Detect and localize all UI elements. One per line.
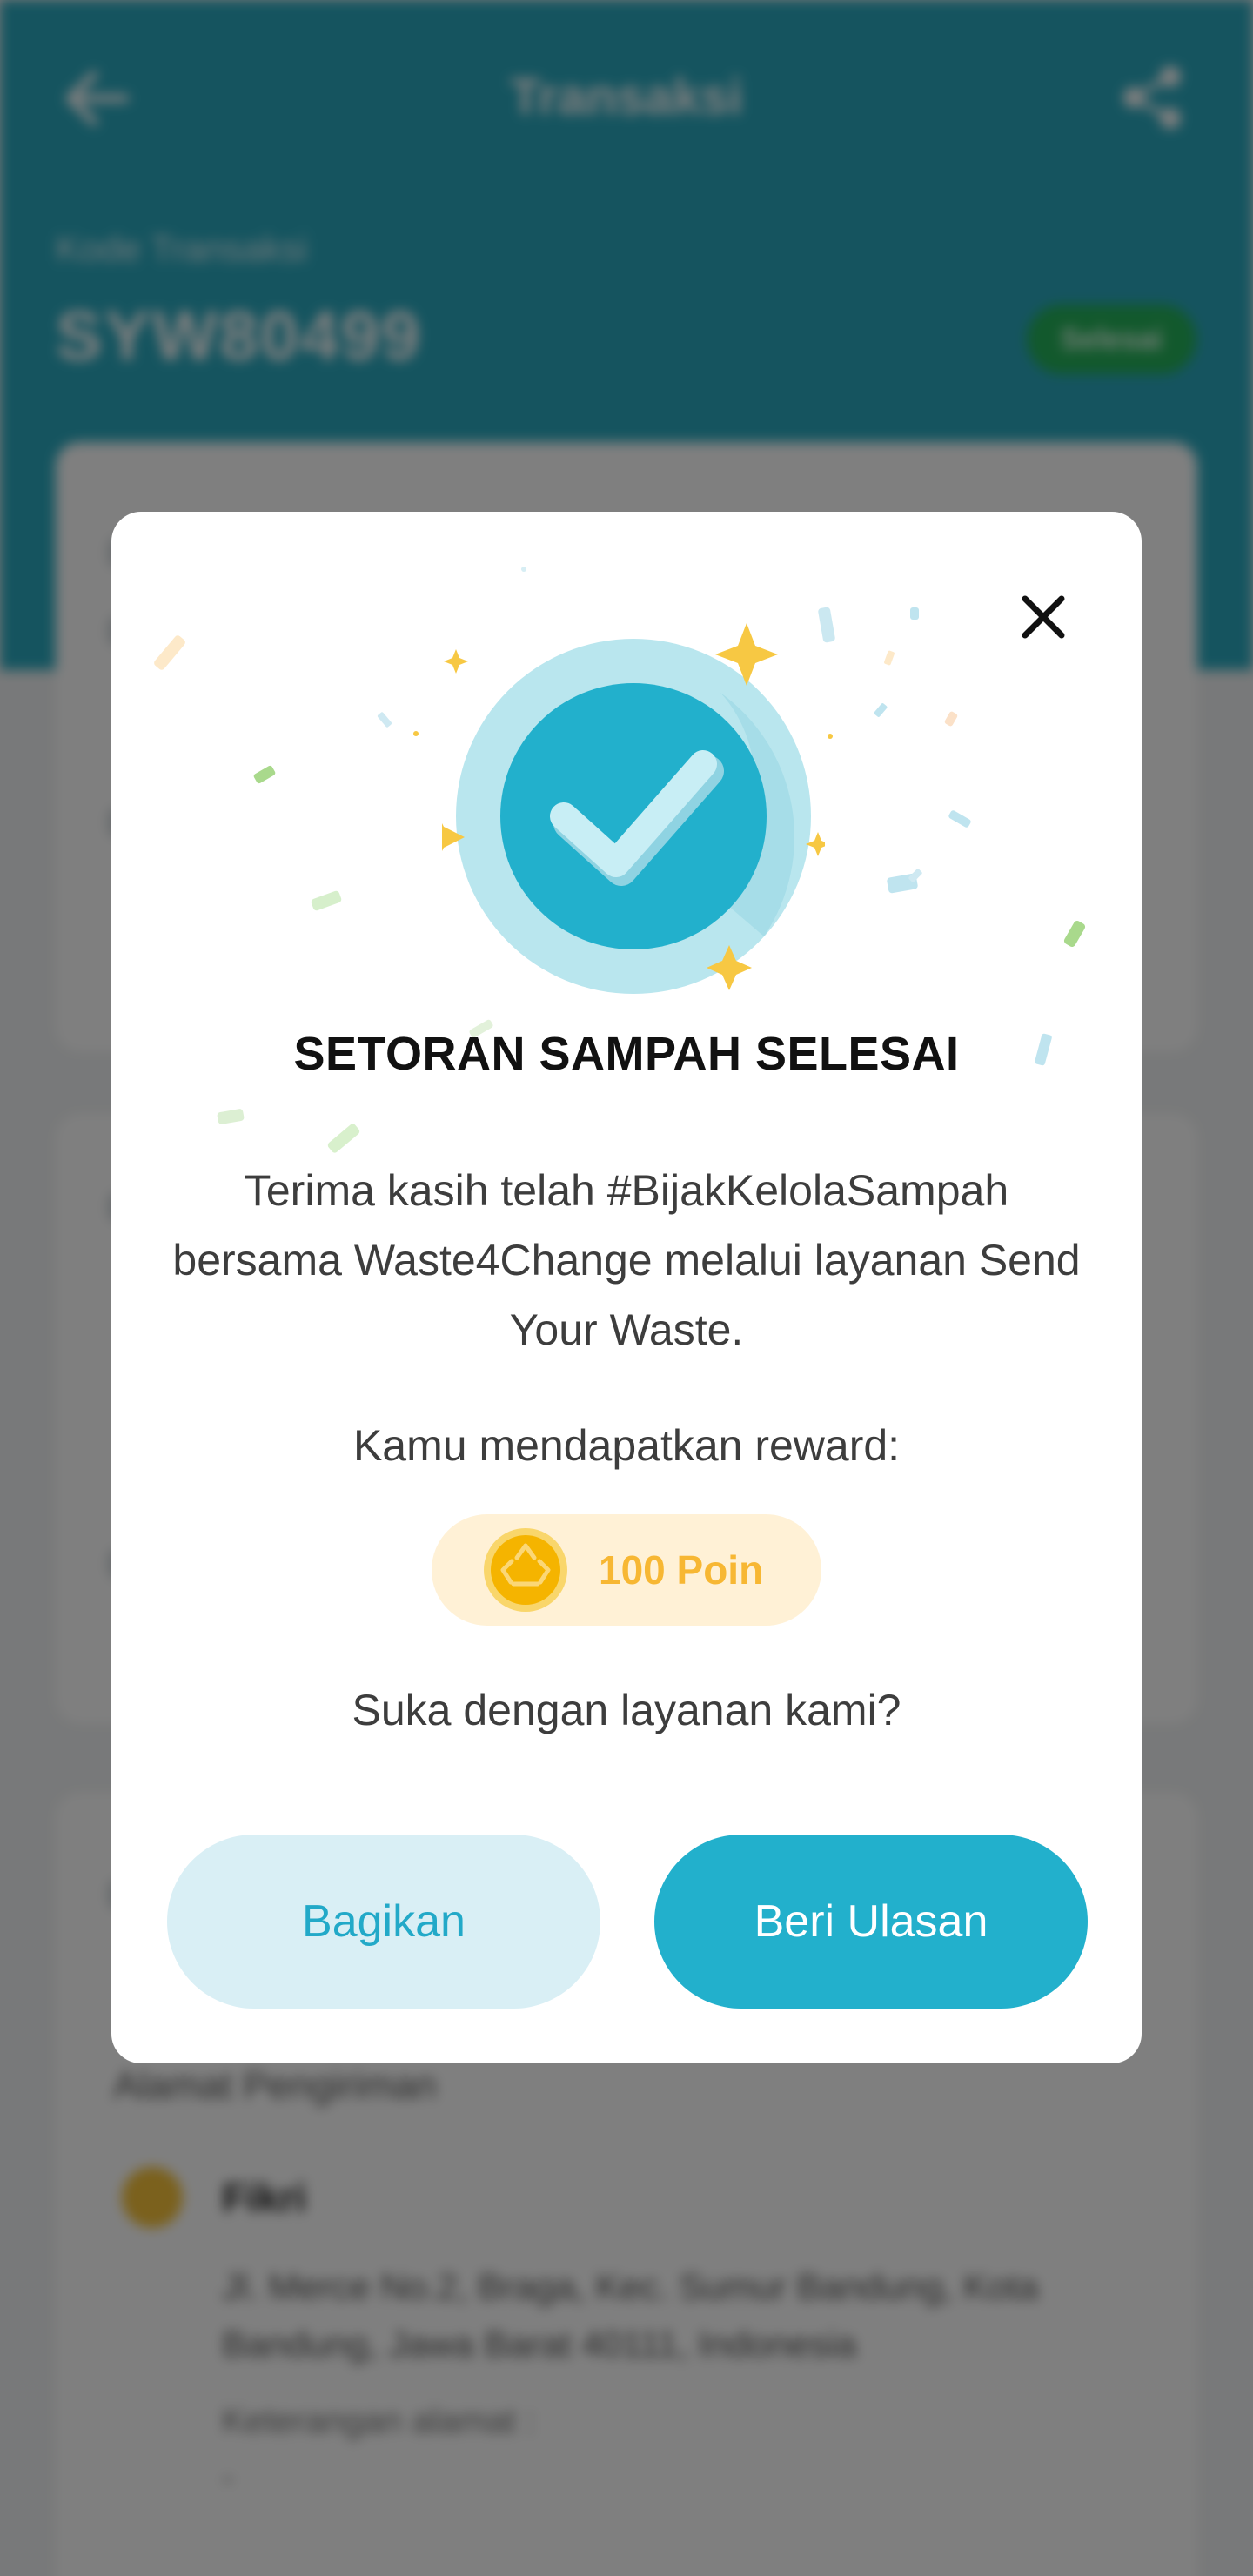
- close-button[interactable]: [1008, 581, 1079, 653]
- review-button[interactable]: Beri Ulasan: [654, 1835, 1088, 2009]
- reward-badge: 100 Poin: [432, 1514, 821, 1626]
- dialog-message: Terima kasih telah #BijakKelolaSampah be…: [172, 1166, 1081, 1354]
- reward-points: 100 Poin: [599, 1547, 764, 1593]
- recycle-coin-icon: [484, 1528, 567, 1612]
- check-circle-icon: [442, 623, 825, 994]
- share-button[interactable]: Bagikan: [167, 1835, 600, 2009]
- reward-label: Kamu mendapatkan reward:: [352, 1421, 901, 1470]
- dialog-title: SETORAN SAMPAH SELESAI: [293, 1028, 960, 1080]
- success-dialog: SETORAN SAMPAH SELESAI Terima kasih tela…: [111, 512, 1142, 2063]
- close-icon: [1022, 595, 1065, 639]
- feedback-question: Suka dengan layanan kami?: [352, 1686, 901, 1734]
